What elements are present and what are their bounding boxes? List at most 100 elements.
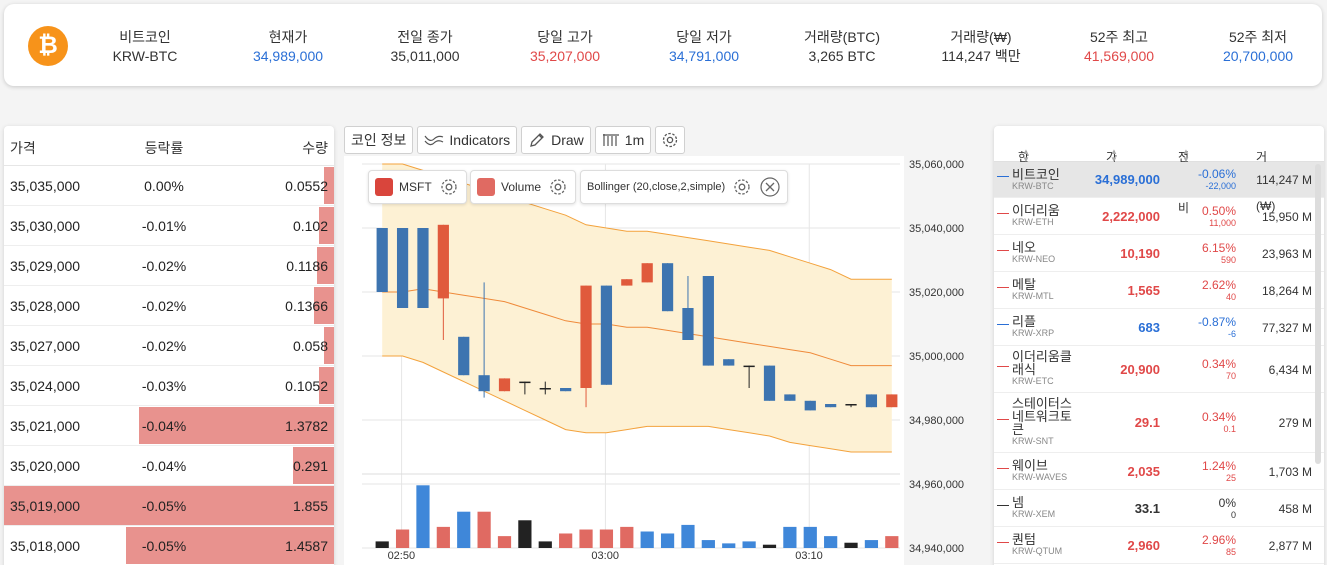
orderbook-header: 가격 등락률 수량 xyxy=(4,126,334,166)
volume-bar xyxy=(722,543,736,548)
ticker-cell: 현재가 34,989,000 xyxy=(253,28,323,66)
coin-row[interactable]: 넴 KRW-XEM 33.1 0% 0 458 M xyxy=(994,490,1324,527)
close-icon[interactable] xyxy=(759,176,781,198)
coin-change: 6.15% 590 xyxy=(1202,241,1236,265)
coin-name: 웨이브 xyxy=(1012,458,1048,473)
orderbook-price: 35,027,000 xyxy=(10,338,81,354)
volume-bar xyxy=(518,520,532,548)
orderbook-qty: 0.102 xyxy=(292,218,328,234)
legend-msft[interactable]: MSFT xyxy=(368,170,467,204)
coin-volume: 77,327 M xyxy=(1261,320,1312,335)
y-tick-label: 34,960,000 xyxy=(909,479,964,491)
orderbook-row[interactable]: 35,035,000 0.00% 0.0552 xyxy=(4,166,334,206)
coin-row[interactable]: 비트코인 KRW-BTC 34,989,000 -0.06% -22,000 114,24… xyxy=(994,162,1324,198)
coin-name: 이더리움 xyxy=(1012,203,1060,218)
ticker-cell: 52주 최고 41,569,000 xyxy=(1084,28,1154,66)
ticker-label: 현재가 xyxy=(268,29,308,45)
coin-name: 퀀텀 xyxy=(1012,532,1036,547)
coin-change-rate: -0.87% xyxy=(1197,314,1236,329)
coin-change-rate: 1.24% xyxy=(1201,458,1236,473)
orderbook-row[interactable]: 35,021,000 -0.04% 1.3782 xyxy=(4,406,334,446)
volume-bar xyxy=(844,542,858,548)
indicators-button[interactable]: Indicators xyxy=(417,126,518,154)
coin-row[interactable]: 리플 KRW-XRP 683 -0.87% -6 77,327 M xyxy=(994,309,1324,346)
volume-bar xyxy=(395,529,410,548)
orderbook-row[interactable]: 35,024,000 -0.03% 0.1052 xyxy=(4,366,334,406)
volume-bar xyxy=(824,536,838,548)
header-rate: 등락률 xyxy=(144,140,184,156)
ticker-cell: 52주 최저 20,700,000 xyxy=(1223,28,1293,66)
orderbook-price: 35,030,000 xyxy=(10,218,81,234)
coin-change-diff: 590 xyxy=(1220,254,1236,265)
mini-trend-icon xyxy=(997,286,1009,288)
candle-body xyxy=(458,336,470,376)
ticker-label: 전일 종가 xyxy=(397,29,453,45)
chart-settings-button[interactable] xyxy=(655,126,686,154)
coin-name: 넴 xyxy=(1012,495,1024,510)
candle-body xyxy=(621,279,633,286)
volume-bar xyxy=(783,526,797,548)
gear-icon[interactable] xyxy=(731,176,753,198)
orderbook-row[interactable]: 35,030,000 -0.01% 0.102 xyxy=(4,206,334,246)
orderbook-rate: -0.03% xyxy=(141,378,187,394)
gear-icon xyxy=(663,132,678,148)
coin-row[interactable]: 메탈 KRW-MTL 1,565 2.62% 40 18,264 M xyxy=(994,272,1324,309)
orderbook-qty: 0.1052 xyxy=(285,378,328,394)
coin-change: 0.50% 11,000 xyxy=(1202,204,1236,228)
coin-volume: 114,247 M xyxy=(1256,173,1312,187)
draw-button[interactable]: Draw xyxy=(521,126,591,154)
coin-row[interactable]: 이더리움클래식 KRW-ETC 20,900 0.34% 70 6,434 M xyxy=(994,346,1324,393)
coin-volume: 18,264 M xyxy=(1261,283,1312,298)
volume-bar xyxy=(538,541,552,548)
coin-name: 리플 xyxy=(1012,314,1036,329)
orderbook-price: 35,018,000 xyxy=(10,538,81,554)
candle-body xyxy=(396,228,409,308)
interval-label: 1m xyxy=(624,132,645,148)
orderbook-row[interactable]: 35,020,000 -0.04% 0.291 xyxy=(4,446,334,486)
coin-name-cell: 웨이브 KRW-WAVES xyxy=(1012,459,1082,483)
orderbook-price: 35,020,000 xyxy=(10,458,81,474)
candlestick-chart[interactable]: 35,060,000 35,040,000 35,020,000 35,000,000… xyxy=(344,156,984,565)
gear-icon[interactable] xyxy=(547,176,569,198)
orderbook-price: 35,035,000 xyxy=(10,178,81,194)
volume-bar xyxy=(803,526,817,548)
orderbook-qty: 0.1186 xyxy=(286,258,328,274)
orderbook-row[interactable]: 35,027,000 -0.02% 0.058 xyxy=(4,326,334,366)
orderbook-row[interactable]: 35,029,000 -0.02% 0.1186 xyxy=(4,246,334,286)
coin-price: 34,989,000 xyxy=(1094,172,1160,187)
coin-volume: 6,434 M xyxy=(1268,362,1312,377)
coin-change: -0.87% -6 xyxy=(1197,314,1236,339)
volume-bar xyxy=(579,529,593,548)
coin-info-button[interactable]: 코인 정보 xyxy=(344,126,414,154)
coin-price: 33.1 xyxy=(1134,500,1160,516)
scrollbar[interactable] xyxy=(1315,164,1321,464)
orderbook-row[interactable]: 35,019,000 -0.05% 1.855 xyxy=(4,486,334,526)
coin-change: 0.34% 0.1 xyxy=(1202,411,1236,435)
coin-list: 한글명▲▼ 가격▲▼ 전일 대비▲▼ 거래량(₩) 비트코인KRW-BTC 34,… xyxy=(994,126,1324,565)
coin-row[interactable]: 웨이브 KRW-WAVES 2,035 1.24% 25 1,703 M xyxy=(994,453,1324,490)
coin-price: 2,960 xyxy=(1127,537,1160,553)
interval-button[interactable]: 1m xyxy=(594,126,652,154)
legend-bollinger[interactable]: Bollinger (20,close,2,simple) xyxy=(580,170,789,204)
orderbook-row[interactable]: 35,028,000 -0.02% 0.1366 xyxy=(4,286,334,326)
orderbook-rate: -0.05% xyxy=(141,498,187,514)
legend-volume[interactable]: Volume xyxy=(470,170,577,204)
coin-row[interactable]: 스테이터스네트워크토큰 KRW-SNT 29.1 0.34% 0.1 279 M xyxy=(994,393,1324,453)
coin-row[interactable]: 퀀텀 KRW-QTUM 2,960 2.96% 85 2,877 M xyxy=(994,527,1324,564)
gear-icon[interactable] xyxy=(438,176,460,198)
indicators-icon xyxy=(424,135,444,146)
ticker-value: 114,247 백만 xyxy=(941,48,1021,64)
legend-bollinger-label: Bollinger (20,close,2,simple) xyxy=(587,181,726,193)
coin-change: 0% 0 xyxy=(1219,496,1236,520)
volume-swatch xyxy=(477,178,495,196)
coin-row[interactable]: 네오 KRW-NEO 10,190 6.15% 590 23,963 M xyxy=(994,235,1324,272)
volume-bar xyxy=(640,531,654,548)
orderbook-qty: 0.0552 xyxy=(285,178,328,194)
coin-code: KRW-QTUM xyxy=(1012,546,1063,556)
coin-name: 네오 xyxy=(1012,240,1036,255)
orderbook-row[interactable]: 35,018,000 -0.05% 1.4587 xyxy=(4,526,334,565)
coin-row[interactable]: 이더리움 KRW-ETH 2,222,000 0.50% 11,000 15,950 M xyxy=(994,198,1324,235)
orderbook-price: 35,019,000 xyxy=(10,498,81,514)
candle-body xyxy=(661,263,674,312)
coin-name-cell: 메탈 KRW-MTL xyxy=(1012,278,1082,302)
